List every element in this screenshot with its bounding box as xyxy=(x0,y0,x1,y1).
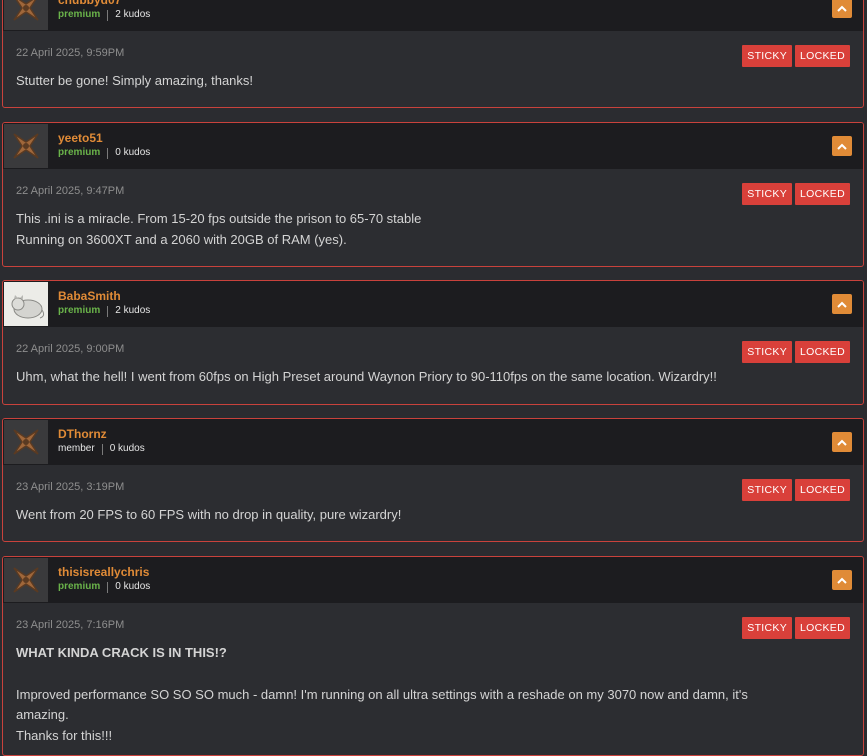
comment-badges: STICKY LOCKED xyxy=(742,617,850,639)
user-avatar[interactable] xyxy=(4,420,48,464)
chevron-up-icon xyxy=(837,439,847,446)
user-meta: member 0 kudos xyxy=(58,443,145,455)
user-kudos: 2 kudos xyxy=(115,305,151,316)
comment-card: thisisreallychris premium 0 kudos 23 Apr… xyxy=(2,556,864,756)
chevron-up-icon xyxy=(837,143,847,150)
meta-divider xyxy=(107,305,109,317)
cat-avatar-icon xyxy=(4,282,48,326)
chevron-up-icon xyxy=(837,301,847,308)
comment-badges: STICKY LOCKED xyxy=(742,341,850,363)
comment-badges: STICKY LOCKED xyxy=(742,45,850,67)
comment-line: Running on 3600XT and a 2060 with 20GB o… xyxy=(16,231,347,247)
comment-date: 22 April 2025, 9:47PM xyxy=(16,185,125,197)
comment-line: Uhm, what the hell! I went from 60fps on… xyxy=(16,369,717,384)
comment-line: Improved performance SO SO SO much - dam… xyxy=(16,686,748,702)
comment-text: WHAT KINDA CRACK IS IN THIS!? Improved p… xyxy=(16,643,836,746)
locked-badge: LOCKED xyxy=(795,183,850,205)
sticky-badge: STICKY xyxy=(742,341,793,363)
comment-line: Thanks for this!!! xyxy=(16,727,113,743)
comment-badges: STICKY LOCKED xyxy=(742,479,850,501)
comment-line: amazing. xyxy=(16,707,69,722)
meta-divider xyxy=(107,147,109,159)
locked-badge: LOCKED xyxy=(795,45,850,67)
collapse-button[interactable] xyxy=(832,570,852,590)
user-kudos: 0 kudos xyxy=(115,147,151,158)
comment-heading: WHAT KINDA CRACK IS IN THIS!? xyxy=(16,645,227,660)
comment-date: 23 April 2025, 7:16PM xyxy=(16,619,125,631)
user-meta: premium 0 kudos xyxy=(58,581,150,593)
collapse-button[interactable] xyxy=(832,136,852,156)
meta-divider xyxy=(101,443,103,455)
comment-badges: STICKY LOCKED xyxy=(742,183,850,205)
user-rank: member xyxy=(58,443,95,454)
comment-text: This .ini is a miracle. From 15-20 fps o… xyxy=(16,209,836,250)
default-avatar-icon xyxy=(4,124,48,168)
comment-header: chubbyd07 premium 2 kudos xyxy=(3,0,863,31)
comment-card: DThornz member 0 kudos 23 April 2025, 3:… xyxy=(2,418,864,542)
comment-text: Stutter be gone! Simply amazing, thanks! xyxy=(16,71,836,92)
default-avatar-icon xyxy=(4,558,48,602)
user-meta: premium 2 kudos xyxy=(58,9,150,21)
user-rank: premium xyxy=(58,9,101,20)
comment-card: BabaSmith premium 2 kudos 22 April 2025,… xyxy=(2,280,864,405)
user-rank: premium xyxy=(58,305,101,316)
comment-line: Went from 20 FPS to 60 FPS with no drop … xyxy=(16,507,402,522)
meta-divider xyxy=(107,581,109,593)
locked-badge: LOCKED xyxy=(795,341,850,363)
username-link[interactable]: chubbyd07 xyxy=(58,0,121,7)
comment-date: 22 April 2025, 9:59PM xyxy=(16,47,125,59)
user-avatar[interactable] xyxy=(4,558,48,602)
user-kudos: 0 kudos xyxy=(109,443,145,454)
sticky-badge: STICKY xyxy=(742,617,793,639)
comment-header: thisisreallychris premium 0 kudos xyxy=(3,557,863,603)
user-kudos: 2 kudos xyxy=(115,9,151,20)
comment-header: BabaSmith premium 2 kudos xyxy=(3,281,863,327)
username-link[interactable]: yeeto51 xyxy=(58,131,103,145)
comment-header: yeeto51 premium 0 kudos xyxy=(3,123,863,169)
user-avatar[interactable] xyxy=(4,282,48,326)
user-meta: premium 0 kudos xyxy=(58,147,150,159)
user-avatar[interactable] xyxy=(4,0,48,30)
user-avatar[interactable] xyxy=(4,124,48,168)
meta-divider xyxy=(107,9,109,21)
comment-date: 23 April 2025, 3:19PM xyxy=(16,481,125,493)
username-link[interactable]: BabaSmith xyxy=(58,289,121,303)
collapse-button[interactable] xyxy=(832,0,852,18)
collapse-button[interactable] xyxy=(832,432,852,452)
user-rank: premium xyxy=(58,581,101,592)
comment-line: This .ini is a miracle. From 15-20 fps o… xyxy=(16,211,422,226)
sticky-badge: STICKY xyxy=(742,479,793,501)
comment-text: Uhm, what the hell! I went from 60fps on… xyxy=(16,367,836,388)
chevron-up-icon xyxy=(837,5,847,12)
comment-text: Went from 20 FPS to 60 FPS with no drop … xyxy=(16,505,836,526)
comment-card: yeeto51 premium 0 kudos 22 April 2025, 9… xyxy=(2,122,864,267)
chevron-up-icon xyxy=(837,577,847,584)
sticky-badge: STICKY xyxy=(742,183,793,205)
default-avatar-icon xyxy=(4,420,48,464)
username-link[interactable]: DThornz xyxy=(58,427,107,441)
locked-badge: LOCKED xyxy=(795,617,850,639)
username-link[interactable]: thisisreallychris xyxy=(58,565,149,579)
locked-badge: LOCKED xyxy=(795,479,850,501)
comment-header: DThornz member 0 kudos xyxy=(3,419,863,465)
user-rank: premium xyxy=(58,147,101,158)
user-kudos: 0 kudos xyxy=(115,581,151,592)
comment-card: chubbyd07 premium 2 kudos 22 April 2025,… xyxy=(2,0,864,108)
user-meta: premium 2 kudos xyxy=(58,305,150,317)
sticky-badge: STICKY xyxy=(742,45,793,67)
comment-date: 22 April 2025, 9:00PM xyxy=(16,343,125,355)
default-avatar-icon xyxy=(4,0,48,30)
collapse-button[interactable] xyxy=(832,294,852,314)
comment-line: Stutter be gone! Simply amazing, thanks! xyxy=(16,73,254,88)
